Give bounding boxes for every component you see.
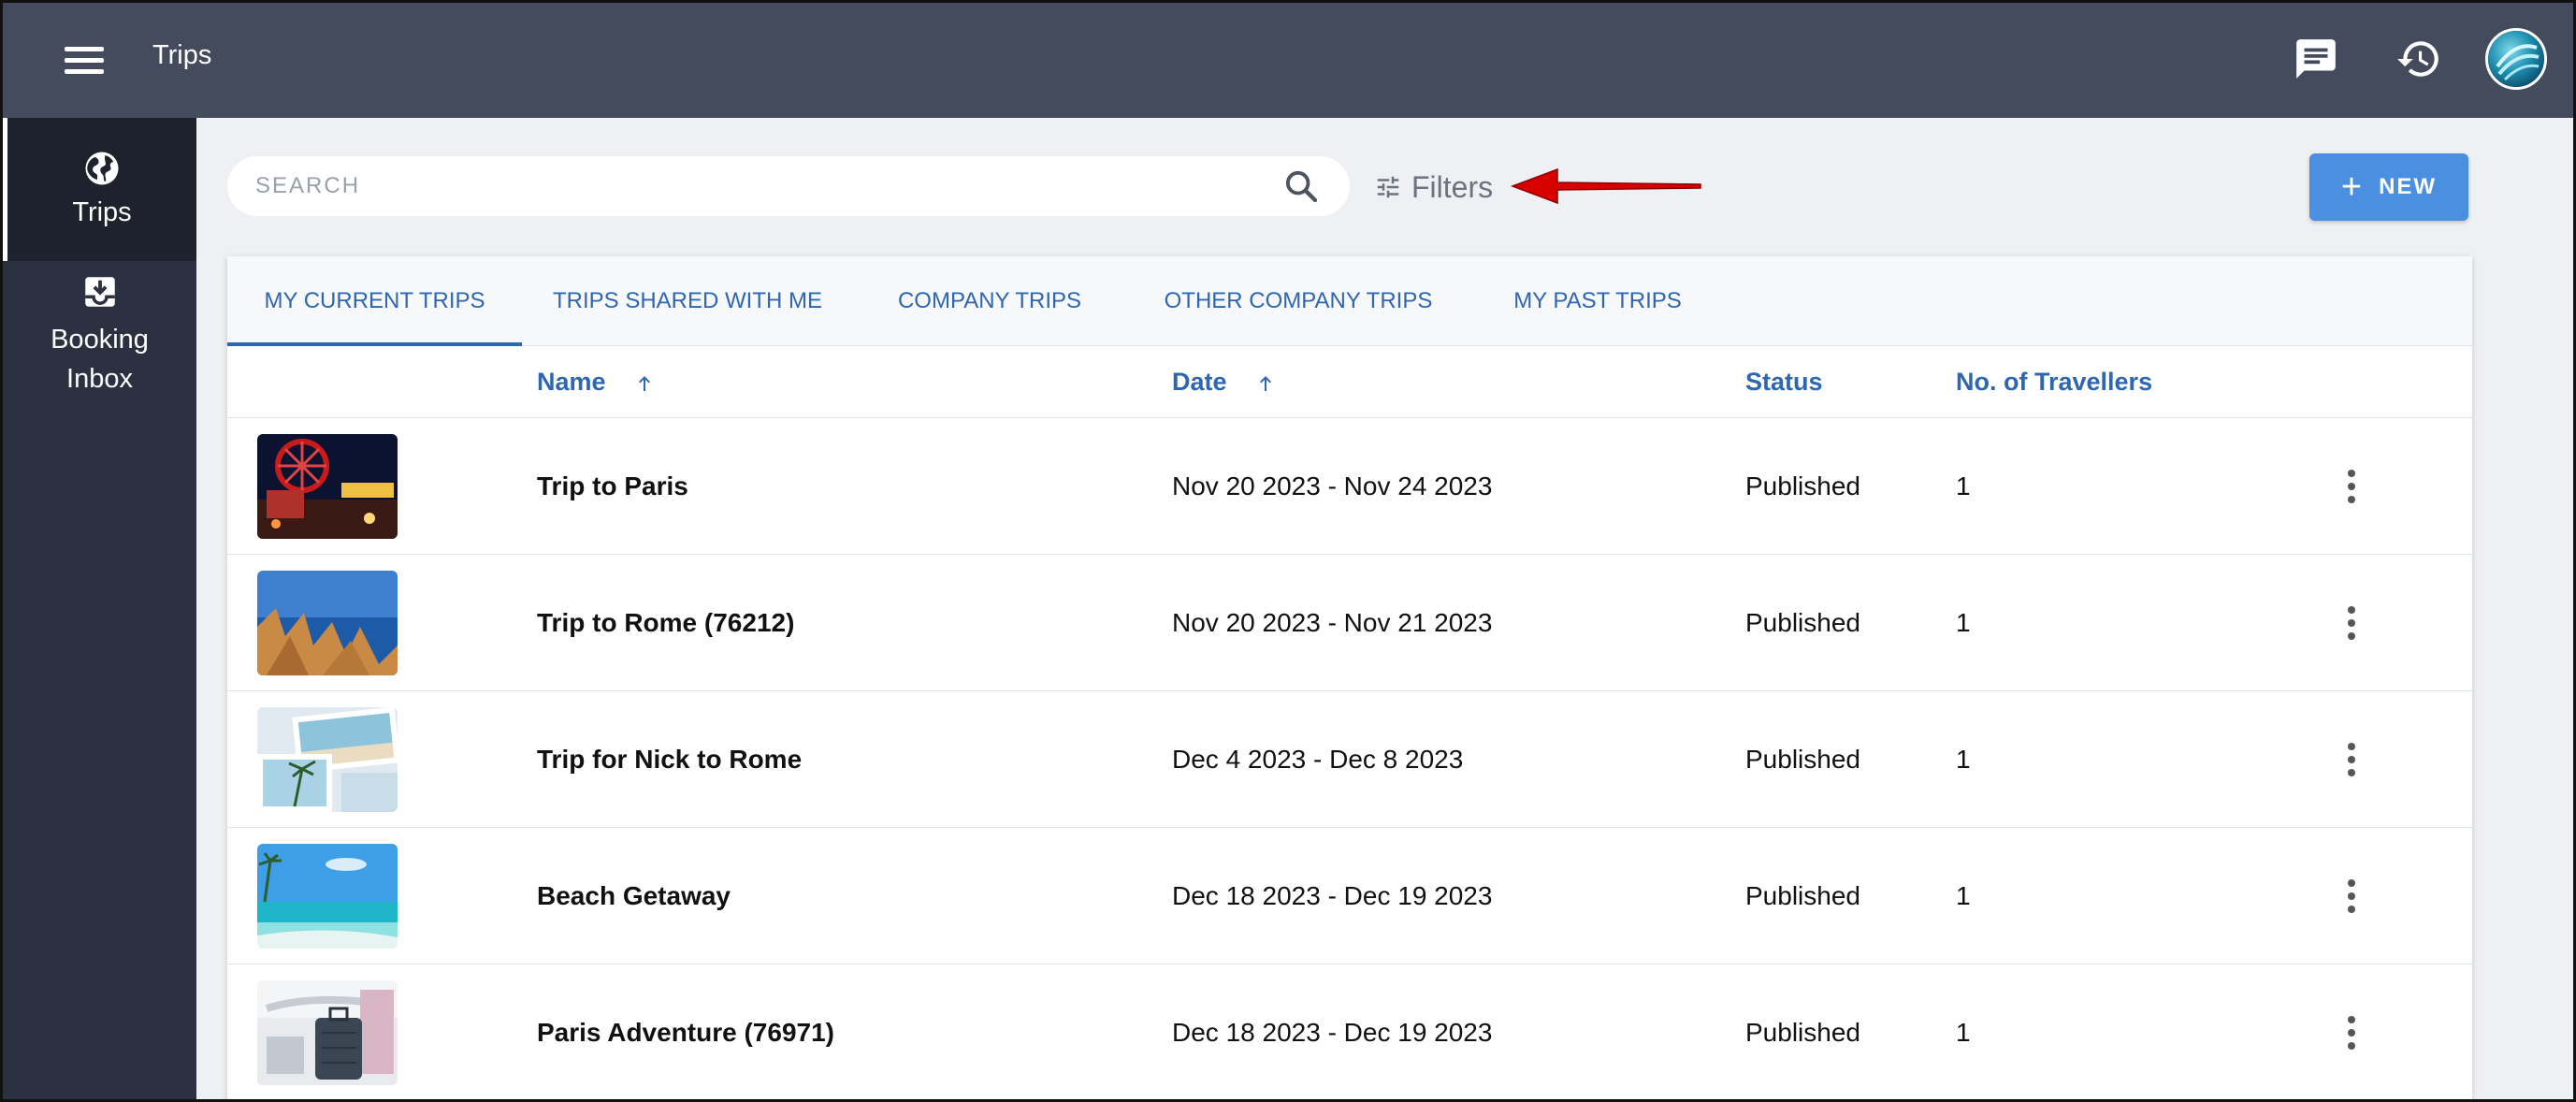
- trip-thumbnail: [257, 707, 398, 812]
- column-header-date[interactable]: Date: [1172, 346, 1277, 418]
- sidebar-item-booking-inbox[interactable]: Booking Inbox: [3, 261, 196, 401]
- trip-date: Nov 20 2023 - Nov 24 2023: [1172, 471, 1493, 500]
- trip-status: Published: [1745, 745, 1860, 774]
- trip-date: Dec 18 2023 - Dec 19 2023: [1172, 1018, 1493, 1047]
- table-row[interactable]: Paris Adventure (76971) Dec 18 2023 - De…: [227, 964, 2472, 1099]
- globe-icon: [85, 152, 119, 185]
- top-bar: Trips: [3, 3, 2573, 118]
- trip-travellers: 1: [1956, 471, 1971, 500]
- sidebar-item-label: Trips: [72, 197, 132, 227]
- more-options-icon[interactable]: [2342, 468, 2361, 505]
- trip-status: Published: [1745, 881, 1860, 910]
- history-icon[interactable]: [2395, 36, 2442, 82]
- trip-thumbnail: [257, 571, 398, 675]
- trip-name[interactable]: Beach Getaway: [537, 828, 731, 964]
- tab-my-current-trips[interactable]: MY CURRENT TRIPS: [227, 256, 522, 346]
- more-options-icon[interactable]: [2342, 877, 2361, 915]
- annotation-arrow-icon: [1510, 167, 1701, 205]
- table-row[interactable]: Trip for Nick to Rome Dec 4 2023 - Dec 8…: [227, 691, 2472, 828]
- more-options-icon[interactable]: [2342, 604, 2361, 642]
- trip-name[interactable]: Trip to Rome (76212): [537, 555, 794, 691]
- column-header-label: Date: [1172, 368, 1227, 396]
- column-header-travellers[interactable]: No. of Travellers: [1956, 346, 2152, 418]
- tab-other-company-trips[interactable]: OTHER COMPANY TRIPS: [1149, 256, 1448, 346]
- trip-date: Dec 18 2023 - Dec 19 2023: [1172, 881, 1493, 910]
- trip-travellers: 1: [1956, 1018, 1971, 1047]
- column-header-status[interactable]: Status: [1745, 346, 1823, 418]
- tune-icon: [1377, 176, 1399, 198]
- app-title: Trips: [152, 40, 212, 70]
- sidebar-item-label: Booking Inbox: [51, 325, 149, 394]
- trip-name[interactable]: Paris Adventure (76971): [537, 964, 834, 1099]
- sort-ascending-icon: [1260, 375, 1272, 391]
- trip-travellers: 1: [1956, 608, 1971, 637]
- new-button-label: NEW: [2379, 174, 2438, 199]
- more-options-icon[interactable]: [2342, 1014, 2361, 1051]
- trip-tabs: MY CURRENT TRIPS TRIPS SHARED WITH ME CO…: [227, 256, 2472, 346]
- inbox-download-icon: [84, 277, 115, 307]
- trip-travellers: 1: [1956, 881, 1971, 910]
- sidebar: Trips Booking Inbox: [3, 118, 196, 1099]
- search-icon[interactable]: [1282, 167, 1320, 205]
- plus-icon: +: [2340, 167, 2363, 207]
- new-trip-button[interactable]: + NEW: [2309, 153, 2468, 221]
- trip-thumbnail: [257, 844, 398, 949]
- tab-company-trips[interactable]: COMPANY TRIPS: [891, 256, 1088, 346]
- sort-ascending-icon: [639, 375, 651, 391]
- trip-name[interactable]: Trip for Nick to Rome: [537, 691, 802, 828]
- filters-button[interactable]: Filters: [1374, 164, 1493, 210]
- tab-trips-shared-with-me[interactable]: TRIPS SHARED WITH ME: [550, 256, 825, 346]
- trip-thumbnail: [257, 434, 398, 539]
- search-bar: [227, 156, 1350, 216]
- trip-status: Published: [1745, 471, 1860, 500]
- trip-status: Published: [1745, 608, 1860, 637]
- column-header-name[interactable]: Name: [537, 346, 656, 418]
- sidebar-item-trips[interactable]: Trips: [3, 118, 196, 261]
- chat-icon[interactable]: [2293, 36, 2339, 82]
- trip-thumbnail: [257, 980, 398, 1085]
- table-row[interactable]: Trip to Rome (76212) Nov 20 2023 - Nov 2…: [227, 555, 2472, 691]
- trip-status: Published: [1745, 1018, 1860, 1047]
- hamburger-menu-icon[interactable]: [65, 45, 104, 75]
- trip-name[interactable]: Trip to Paris: [537, 418, 688, 555]
- table-row[interactable]: Trip to Paris Nov 20 2023 - Nov 24 2023 …: [227, 418, 2472, 555]
- table-header: Name Date Status No. of Travellers: [227, 346, 2472, 418]
- search-input[interactable]: [255, 156, 1266, 216]
- app-window: Trips Trips Booking Inbox SEARCH Filters…: [0, 0, 2576, 1102]
- trip-date: Dec 4 2023 - Dec 8 2023: [1172, 745, 1464, 774]
- tab-my-past-trips[interactable]: MY PAST TRIPS: [1504, 256, 1691, 346]
- column-header-label: Name: [537, 368, 606, 396]
- more-options-icon[interactable]: [2342, 741, 2361, 778]
- trip-date: Nov 20 2023 - Nov 21 2023: [1172, 608, 1493, 637]
- filters-label: Filters: [1411, 169, 1494, 204]
- avatar[interactable]: [2485, 28, 2547, 90]
- trips-card: MY CURRENT TRIPS TRIPS SHARED WITH ME CO…: [227, 256, 2472, 1099]
- trip-travellers: 1: [1956, 745, 1971, 774]
- table-row[interactable]: Beach Getaway Dec 18 2023 - Dec 19 2023 …: [227, 828, 2472, 964]
